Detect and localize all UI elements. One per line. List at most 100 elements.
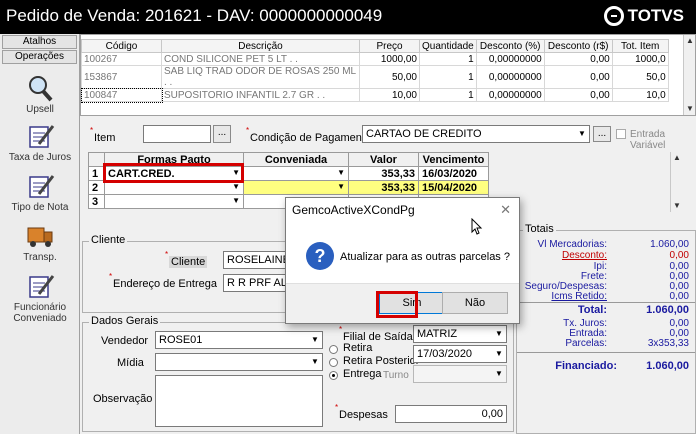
cell-valor[interactable]: 353,33 bbox=[348, 166, 419, 181]
despesas-input[interactable]: 0,00 bbox=[395, 405, 507, 423]
col-header[interactable]: Descrição bbox=[161, 39, 360, 53]
col-header[interactable]: Tot. Item bbox=[611, 39, 669, 53]
endereco-input[interactable]: R R PRF ALV bbox=[223, 274, 293, 292]
table-row[interactable]: 153867 SAB LIQ TRAD ODOR DE ROSAS 250 ML… bbox=[81, 65, 669, 89]
vendedor-label: Vendedor bbox=[101, 335, 149, 347]
nao-button[interactable]: Não bbox=[442, 292, 508, 314]
totais-key[interactable]: Desconto: bbox=[562, 250, 607, 261]
cell-quantidade[interactable]: 1 bbox=[419, 88, 477, 102]
cell-vencimento[interactable]: 16/03/2020 bbox=[418, 166, 489, 181]
totais-title: Totais bbox=[523, 223, 556, 235]
cell-quantidade[interactable]: 1 bbox=[419, 52, 477, 66]
condicao-value: CARTAO DE CREDITO bbox=[366, 128, 482, 140]
retira-posterior-radio[interactable] bbox=[329, 358, 338, 367]
totais-group: Totais Vl Mercadorias: 1.060,00 Desconto:… bbox=[516, 223, 696, 434]
filial-value: MATRIZ bbox=[417, 328, 458, 340]
dados-gerais-title: Dados Gerais bbox=[89, 315, 161, 327]
col-header[interactable]: Quantidade bbox=[419, 39, 477, 53]
condicao-select[interactable]: CARTAO DE CREDITO ▼ bbox=[362, 125, 590, 143]
magnifier-icon bbox=[29, 76, 53, 102]
item-lookup-button[interactable]: ... bbox=[213, 125, 231, 143]
col-header[interactable]: Código bbox=[81, 39, 162, 53]
retira-label: Retira bbox=[343, 342, 373, 354]
totais-divider bbox=[517, 352, 695, 353]
chevron-down-icon[interactable]: ▼ bbox=[232, 182, 240, 191]
scroll-down-icon[interactable]: ▼ bbox=[684, 103, 696, 115]
item-label: Item bbox=[90, 126, 115, 144]
scroll-up-icon[interactable]: ▲ bbox=[671, 152, 683, 164]
chevron-down-icon[interactable]: ▼ bbox=[575, 126, 589, 142]
cell-conveniada[interactable]: ▼ bbox=[243, 166, 349, 181]
table-row[interactable]: 100267 COND SILICONE PET 5 LT . . 1000,0… bbox=[81, 52, 669, 66]
item-input[interactable] bbox=[143, 125, 211, 143]
retira-posterior-date[interactable]: 17/03/2020 ▼ bbox=[413, 345, 507, 363]
items-scrollbar[interactable]: ▲ ▼ bbox=[683, 35, 695, 115]
retira-radio[interactable] bbox=[329, 345, 338, 354]
sidebar-item-taxa-juros[interactable]: Taxa de Juros bbox=[0, 122, 80, 163]
brand-label: TOTVS bbox=[627, 6, 684, 25]
chevron-down-icon[interactable]: ▼ bbox=[492, 366, 506, 382]
tab-atalhos[interactable]: Atalhos bbox=[2, 35, 77, 49]
chevron-down-icon[interactable]: ▼ bbox=[337, 182, 345, 191]
cell-conveniada[interactable]: ▼ bbox=[243, 180, 349, 195]
vendedor-select[interactable]: ROSE01 ▼ bbox=[155, 331, 323, 349]
scroll-down-icon[interactable]: ▼ bbox=[671, 200, 683, 212]
col-header[interactable]: Desconto (r$) bbox=[543, 39, 613, 53]
cell-codigo[interactable]: 100847 bbox=[80, 87, 163, 103]
cell-vencimento[interactable]: 15/04/2020 bbox=[418, 180, 489, 195]
cell-codigo[interactable]: 153867 bbox=[81, 65, 162, 89]
cell-tot-item[interactable]: 1000,0 bbox=[611, 52, 669, 66]
cell-preco[interactable]: 10,00 bbox=[359, 88, 420, 102]
cell-quantidade[interactable]: 1 bbox=[419, 65, 477, 89]
cell-desconto-pct[interactable]: 0,00000000 bbox=[475, 65, 545, 89]
chevron-down-icon[interactable]: ▼ bbox=[337, 168, 345, 177]
sidebar-item-transp[interactable]: Transp. bbox=[0, 222, 80, 263]
cell-descricao[interactable]: SUPOSITORIO INFANTIL 2.7 GR . . bbox=[161, 88, 360, 102]
cell-preco[interactable]: 1000,00 bbox=[359, 52, 420, 66]
turno-select[interactable]: ▼ bbox=[413, 365, 507, 383]
cell-tot-item[interactable]: 50,0 bbox=[611, 65, 669, 89]
cell-desconto-pct[interactable]: 0,00000000 bbox=[475, 88, 545, 102]
tab-operacoes[interactable]: Operações bbox=[2, 50, 77, 64]
observacao-textarea[interactable] bbox=[155, 375, 323, 427]
cell-descricao[interactable]: SAB LIQ TRAD ODOR DE ROSAS 250 ML . . bbox=[161, 65, 360, 89]
totais-value: 1.060,00 bbox=[650, 239, 689, 250]
cell-descricao[interactable]: COND SILICONE PET 5 LT . . bbox=[161, 52, 360, 66]
col-header[interactable]: Valor bbox=[348, 152, 419, 167]
cell-desconto-pct[interactable]: 0,00000000 bbox=[475, 52, 545, 66]
cell-forma-pagto[interactable]: ▼ bbox=[104, 194, 244, 209]
chevron-down-icon[interactable]: ▼ bbox=[492, 346, 506, 362]
endereco-label: Endereço de Entrega bbox=[109, 272, 217, 290]
midia-select[interactable]: ▼ bbox=[155, 353, 323, 371]
col-header[interactable]: Vencimento bbox=[418, 152, 489, 167]
chevron-down-icon[interactable]: ▼ bbox=[308, 332, 322, 348]
condicao-lookup-button[interactable]: ... bbox=[593, 126, 611, 142]
chevron-down-icon[interactable]: ▼ bbox=[492, 326, 506, 342]
parcelas-scrollbar[interactable]: ▲ ▼ bbox=[670, 152, 682, 212]
cell-codigo[interactable]: 100267 bbox=[81, 52, 162, 66]
sidebar-item-upsell[interactable]: Upsell bbox=[0, 74, 80, 115]
chevron-down-icon[interactable]: ▼ bbox=[308, 354, 322, 370]
cell-valor[interactable]: 353,33 bbox=[348, 180, 419, 195]
col-header[interactable]: Desconto (%) bbox=[475, 39, 545, 53]
filial-select[interactable]: MATRIZ ▼ bbox=[413, 325, 507, 343]
entrada-variavel-checkbox[interactable] bbox=[616, 129, 626, 139]
turno-label: Turno bbox=[383, 370, 409, 381]
table-row[interactable]: 100847 SUPOSITORIO INFANTIL 2.7 GR . . 1… bbox=[80, 87, 669, 103]
cell-tot-item[interactable]: 10,0 bbox=[611, 88, 669, 102]
cell-desconto-rs[interactable]: 0,00 bbox=[543, 88, 613, 102]
cell-desconto-rs[interactable]: 0,00 bbox=[543, 52, 613, 66]
cliente-input[interactable]: ROSELAINE bbox=[223, 251, 293, 269]
mouse-cursor-icon bbox=[471, 218, 483, 235]
cell-preco[interactable]: 50,00 bbox=[359, 65, 420, 89]
sidebar-item-funcionario-conveniado[interactable]: Funcionário Conveniado bbox=[0, 272, 80, 324]
cell-desconto-rs[interactable]: 0,00 bbox=[543, 65, 613, 89]
entrega-radio[interactable] bbox=[329, 371, 338, 380]
scroll-up-icon[interactable]: ▲ bbox=[684, 35, 696, 47]
chevron-down-icon[interactable]: ▼ bbox=[232, 196, 240, 205]
totais-key[interactable]: Icms Retido: bbox=[551, 291, 607, 302]
col-header[interactable]: Conveniada bbox=[243, 152, 349, 167]
close-icon[interactable]: ✕ bbox=[500, 202, 511, 218]
col-header[interactable]: Preço bbox=[359, 39, 420, 53]
sidebar-item-tipo-nota[interactable]: Tipo de Nota bbox=[0, 172, 80, 213]
